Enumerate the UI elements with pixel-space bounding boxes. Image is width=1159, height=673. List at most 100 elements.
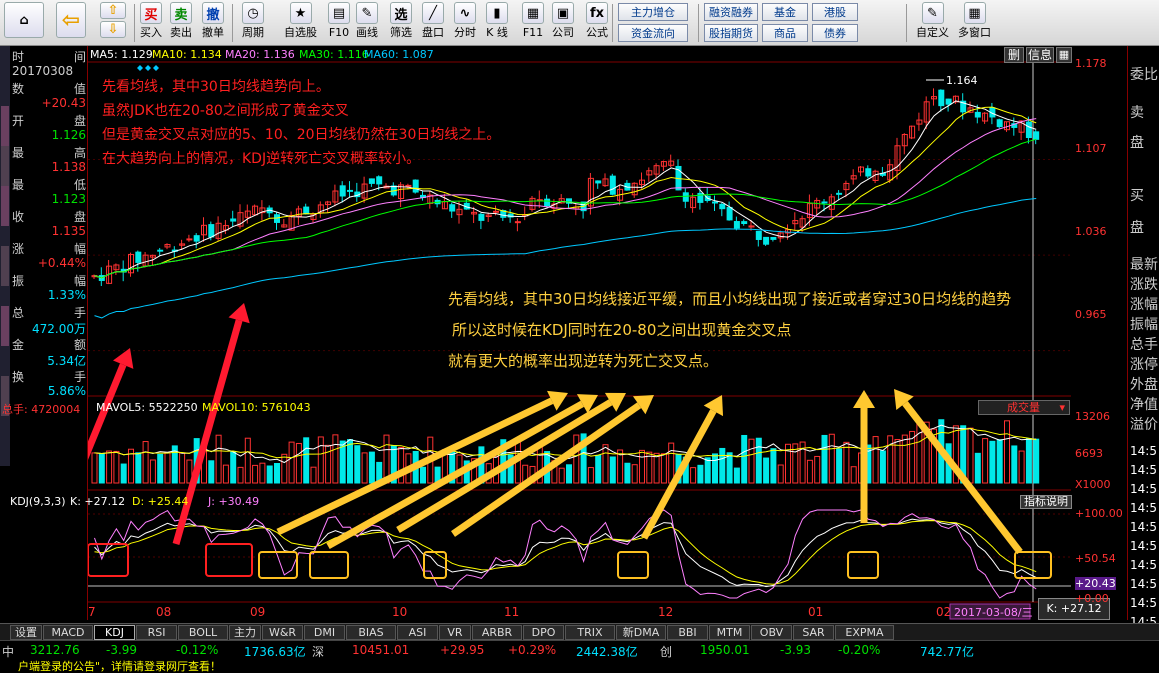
kline-button[interactable]: ▮ K 线 — [486, 2, 508, 44]
up-arrow-icon[interactable]: ⇧ — [100, 2, 126, 19]
home-button[interactable]: ⌂ — [4, 2, 44, 44]
indicator-tab-macd[interactable]: MACD — [43, 625, 93, 640]
volume-bar — [120, 463, 127, 484]
back-button[interactable]: ⇦ — [56, 2, 86, 44]
candle-body — [996, 119, 1003, 128]
chevron-down-icon: ▾ — [1059, 401, 1065, 414]
intraday-button[interactable]: ∿ 分时 — [454, 2, 476, 44]
indicator-tab-trix[interactable]: TRIX — [565, 625, 615, 640]
f10-button[interactable]: ▤ F10 — [328, 2, 350, 44]
x-axis-label: 01 — [808, 605, 823, 619]
side-tab[interactable] — [1, 186, 9, 226]
notice-ticker[interactable]: 户端登录的公告"，详情请登录网厅查看！ — [0, 658, 1159, 673]
indicator-tab-新dma[interactable]: 新DMA — [616, 625, 666, 640]
indicator-tab-bar: 设置 MACD KDJ RSI BOLL 主力 W&R DMI BIAS ASI VR ARBR DPO… — [0, 623, 1159, 640]
indicator-tab-vr[interactable]: VR — [439, 625, 471, 640]
quote-value: 高 — [73, 146, 86, 160]
chart-area[interactable]: 1.164 7 08 09 10 11 12 01 02 2017-03-08/三 MA5: 1.… — [2, 46, 1110, 620]
candle-body — [763, 236, 770, 245]
company-button[interactable]: ▣ 公司 — [552, 2, 574, 44]
quote-row: 1.33% — [10, 288, 86, 304]
multi-window-button[interactable]: ▦ 多窗口 — [958, 2, 991, 44]
period-button[interactable]: ◷ 周期 — [242, 2, 264, 44]
indicator-tab-dpo[interactable]: DPO — [523, 625, 564, 640]
indicator-help-button[interactable]: 指标说明 — [1020, 495, 1072, 509]
indicator-tab-kdj[interactable]: KDJ — [94, 625, 135, 640]
quote-field-label: 振幅 — [1130, 317, 1158, 333]
watchlist-button[interactable]: ★ 自选股 — [284, 2, 317, 44]
customize-button[interactable]: ✎ 自定义 — [916, 2, 949, 44]
order-book-label: 盘口 — [422, 26, 444, 39]
indicator-tab-rsi[interactable]: RSI — [136, 625, 177, 640]
margin-trading-button[interactable]: 融资融券 — [704, 3, 758, 21]
quote-row: 1.138 — [10, 160, 86, 176]
indicator-tab-asi[interactable]: ASI — [397, 625, 438, 640]
buy-button[interactable]: 买买入 — [140, 2, 162, 44]
side-tab[interactable] — [1, 106, 9, 146]
candle-body — [836, 192, 843, 195]
index-value: +0.29% — [508, 643, 557, 657]
indicator-tab-boll[interactable]: BOLL — [178, 625, 228, 640]
quote-value: +20.43 — [41, 96, 86, 110]
price-tick: 1.036 — [1075, 225, 1107, 238]
volume-tick: 13206 — [1075, 410, 1110, 423]
market-index-bar: 中 3212.76 -3.99 -0.12% 1736.63亿深 10451.01 +29.… — [0, 640, 1159, 659]
formula-button[interactable]: fx 公式 — [586, 2, 608, 44]
trade-time: 14:5 — [1130, 539, 1157, 553]
draw-line-button[interactable]: ✎ 画线 — [356, 2, 378, 44]
fund-flow-button[interactable]: 资金流向 — [618, 24, 688, 42]
index-value: +29.95 — [440, 643, 485, 657]
candle-body — [135, 251, 142, 263]
hk-stock-button[interactable]: 港股 — [812, 3, 858, 21]
down-arrow-icon[interactable]: ⇩ — [100, 21, 126, 38]
indicator-tab-bias[interactable]: BIAS — [346, 625, 396, 640]
volume-bar — [821, 434, 828, 484]
trade-time: 14:5 — [1130, 501, 1157, 515]
fund-button[interactable]: 基金 — [762, 3, 808, 21]
trade-time: 14:5 — [1130, 596, 1157, 610]
indicator-tab-arbr[interactable]: ARBR — [472, 625, 522, 640]
candle-body — [339, 185, 346, 197]
index-value: -3.93 — [780, 643, 812, 657]
quote-label: 振 — [12, 274, 25, 288]
stock-index-futures-button[interactable]: 股指期货 — [704, 24, 758, 42]
price-tick: 1.178 — [1075, 57, 1107, 70]
scroll-buttons[interactable]: ⇧ ⇩ — [100, 2, 126, 44]
quote-label: 最 — [12, 178, 25, 192]
indicator-tab-sar[interactable]: SAR — [793, 625, 834, 640]
f11-button[interactable]: ▦ F11 — [522, 2, 544, 44]
main-fund-increase-button[interactable]: 主力增仓 — [618, 3, 688, 21]
quote-row: 5.34亿 — [10, 352, 86, 368]
volume-bar — [98, 453, 105, 484]
kdj-header-item: K: +27.12 — [70, 495, 126, 508]
bond-button[interactable]: 债券 — [812, 24, 858, 42]
screener-button[interactable]: 选筛选 — [390, 2, 412, 44]
volume-bar — [595, 454, 602, 484]
volume-bar — [157, 453, 164, 484]
side-tab[interactable] — [1, 246, 9, 286]
separator — [612, 4, 613, 42]
layout-icon[interactable]: ▦ — [1056, 47, 1072, 63]
order-book-button[interactable]: ╱ 盘口 — [422, 2, 444, 44]
indicator-tab-expma[interactable]: EXPMA — [835, 625, 894, 640]
indicator-tab-dmi[interactable]: DMI — [304, 625, 345, 640]
info-button[interactable]: 信息 — [1026, 47, 1054, 63]
cancel-order-button[interactable]: 撤撤单 — [202, 2, 224, 44]
volume-bar — [741, 434, 748, 484]
date-box-label: 2017-03-08/三 — [954, 606, 1033, 619]
quote-value: 值 — [73, 82, 86, 96]
volume-bar — [712, 453, 718, 484]
indicator-tab-主力[interactable]: 主力 — [229, 625, 261, 640]
indicator-tab-obv[interactable]: OBV — [751, 625, 792, 640]
indicator-tab-mtm[interactable]: MTM — [709, 625, 750, 640]
volume-indicator-select[interactable]: 成交量 ▾ — [978, 400, 1070, 415]
side-tab[interactable] — [1, 146, 9, 186]
side-tab[interactable] — [1, 306, 9, 346]
indicator-tab-w&r[interactable]: W&R — [262, 625, 303, 640]
indicator-tab-设置[interactable]: 设置 — [10, 625, 42, 640]
delete-button[interactable]: 删 — [1004, 47, 1024, 63]
commodity-button[interactable]: 商品 — [762, 24, 808, 42]
indicator-tab-bbi[interactable]: BBI — [667, 625, 708, 640]
sell-button[interactable]: 卖卖出 — [170, 2, 192, 44]
quote-value: 1.33% — [47, 288, 86, 302]
